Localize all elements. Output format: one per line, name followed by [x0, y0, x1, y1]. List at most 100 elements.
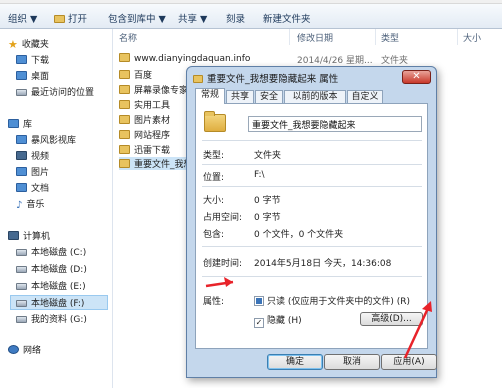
nav-label: 计算机 [23, 232, 51, 242]
include-in-library-button[interactable]: 包含到库中 ▼ [108, 11, 166, 25]
properties-dialog: 重要文件_我想要隐藏起来 属性 ✕ 常规 共享 安全 以前的版本 自定义 类型:… [186, 66, 437, 378]
nav-label: 收藏夹 [21, 40, 49, 50]
nav-drive-e[interactable]: 本地磁盘 (E:) [16, 279, 86, 292]
close-button[interactable]: ✕ [402, 70, 431, 84]
divider [202, 186, 422, 187]
music-icon: ♪ [16, 200, 23, 211]
nav-pictures[interactable]: 图片 [16, 165, 49, 178]
nav-label: 视频 [31, 152, 50, 162]
location-value: F:\ [254, 170, 265, 180]
size-value: 0 字节 [254, 196, 281, 206]
list-item-selected[interactable]: 重要文件_我想 [119, 157, 191, 170]
list-item[interactable]: www.dianyingdaquan.info [119, 53, 250, 64]
file-name: 迅雷下载 [134, 146, 171, 156]
file-date: 2014/4/26 星期... [297, 56, 373, 66]
list-item[interactable]: 百度 [119, 68, 152, 81]
hidden-label: 隐藏 (H) [267, 316, 302, 326]
column-header-type[interactable]: 类型 [381, 31, 399, 44]
column-header-size[interactable]: 大小 [463, 31, 481, 44]
nav-label: 图片 [31, 168, 50, 178]
attributes-label: 属性: [203, 297, 225, 307]
contains-value: 0 个文件，0 个文件夹 [254, 230, 344, 240]
new-folder-button[interactable]: 新建文件夹 [263, 11, 311, 25]
command-bar: 组织 ▼ 打开 包含到库中 ▼ 共享 ▼ 刻录 新建文件夹 [0, 4, 502, 29]
hidden-checkbox-row[interactable]: ✓ 隐藏 (H) [254, 313, 302, 328]
nav-label: 下载 [31, 56, 50, 66]
folder-icon [193, 75, 203, 83]
nav-favorites[interactable]: ★ 收藏夹 [8, 37, 49, 51]
divider [202, 276, 422, 277]
contains-label: 包含: [203, 230, 225, 240]
readonly-checkbox[interactable] [254, 296, 264, 306]
list-item[interactable]: 网站程序 [119, 128, 170, 141]
nav-label: 最近访问的位置 [31, 88, 95, 98]
nav-network[interactable]: 网络 [8, 343, 41, 356]
tab-general[interactable]: 常规 [195, 88, 225, 104]
nav-storm-library[interactable]: 暴风影视库 [16, 133, 76, 146]
burn-button[interactable]: 刻录 [226, 11, 245, 25]
pictures-icon [16, 167, 27, 176]
open-button[interactable]: 打开 [54, 11, 87, 25]
list-item[interactable]: 实用工具 [119, 98, 170, 111]
desktop-icon [16, 71, 27, 80]
open-label: 打开 [68, 14, 88, 25]
apply-button[interactable]: 应用(A) [381, 354, 437, 370]
size-label: 大小: [203, 196, 225, 206]
column-header-name[interactable]: 名称 [119, 31, 137, 44]
share-button[interactable]: 共享 ▼ [178, 11, 207, 25]
nav-label: 本地磁盘 (C:) [31, 248, 87, 258]
list-item[interactable]: 迅雷下载 [119, 143, 170, 156]
folder-icon [54, 15, 65, 23]
nav-drive-f[interactable]: 本地磁盘 (F:) [10, 295, 108, 310]
folder-icon [119, 145, 130, 154]
dialog-title: 重要文件_我想要隐藏起来 属性 [207, 74, 339, 85]
nav-drive-c[interactable]: 本地磁盘 (C:) [16, 245, 86, 258]
nav-drive-d[interactable]: 本地磁盘 (D:) [16, 262, 87, 275]
folder-icon [119, 53, 130, 62]
nav-computer[interactable]: 计算机 [8, 229, 50, 242]
nav-documents[interactable]: 文档 [16, 181, 49, 194]
location-label: 位置: [203, 173, 225, 183]
advanced-button[interactable]: 高级(D)... [360, 312, 423, 326]
size-on-disk-value: 0 字节 [254, 213, 281, 223]
nav-videos[interactable]: 视频 [16, 149, 49, 162]
hidden-checkbox[interactable]: ✓ [254, 318, 264, 328]
ok-button[interactable]: 确定 [267, 354, 323, 370]
list-item[interactable]: 图片素材 [119, 113, 170, 126]
nav-recent[interactable]: 最近访问的位置 [16, 85, 94, 98]
nav-downloads[interactable]: 下载 [16, 53, 49, 66]
divider [202, 246, 422, 247]
tab-previous-versions[interactable]: 以前的版本 [284, 90, 346, 104]
organize-button[interactable]: 组织 ▼ [8, 11, 37, 25]
column-header-date[interactable]: 修改日期 [297, 31, 333, 44]
folder-name-input[interactable] [248, 116, 422, 132]
folder-icon [119, 130, 130, 139]
tab-sharing[interactable]: 共享 [226, 90, 254, 104]
nav-desktop[interactable]: 桌面 [16, 69, 49, 82]
folder-icon [119, 159, 130, 168]
library-icon [8, 119, 19, 128]
column-divider[interactable] [289, 29, 290, 45]
tab-security[interactable]: 安全 [255, 90, 283, 104]
documents-icon [16, 183, 27, 192]
column-divider[interactable] [375, 29, 376, 45]
nav-label: 音乐 [26, 200, 45, 210]
column-divider[interactable] [457, 29, 458, 45]
nav-label: 文档 [31, 184, 50, 194]
divider [202, 164, 422, 165]
nav-label: 本地磁盘 (F:) [31, 299, 85, 309]
nav-music[interactable]: ♪ 音乐 [16, 197, 44, 211]
readonly-checkbox-row[interactable]: 只读 (仅应用于文件夹中的文件) (R) [254, 294, 410, 307]
cancel-button[interactable]: 取消 [324, 354, 380, 370]
nav-libraries[interactable]: 库 [8, 117, 32, 130]
readonly-label: 只读 (仅应用于文件夹中的文件) (R) [267, 297, 411, 307]
created-value: 2014年5月18日 今天，14:36:08 [254, 259, 392, 269]
dialog-title-bar[interactable]: 重要文件_我想要隐藏起来 属性 [193, 71, 428, 85]
drive-icon [16, 300, 27, 307]
created-label: 创建时间: [203, 259, 243, 269]
list-item[interactable]: 屏幕录像专家 [119, 83, 188, 96]
tab-customize[interactable]: 自定义 [347, 90, 383, 104]
nav-label: 本地磁盘 (E:) [31, 282, 86, 292]
network-icon [8, 345, 19, 354]
nav-drive-g[interactable]: 我的资料 (G:) [16, 312, 87, 325]
